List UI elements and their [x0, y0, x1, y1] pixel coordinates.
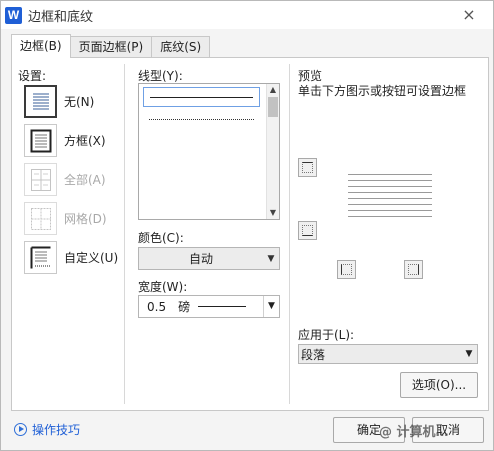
grid-border-icon	[24, 202, 57, 235]
setting-grid: 网格(D)	[24, 202, 107, 235]
width-select[interactable]: 0.5 磅 ▼	[138, 295, 280, 318]
line-option-dashed-small[interactable]	[143, 133, 260, 153]
preview-area[interactable]	[348, 174, 432, 222]
tab-page-border[interactable]: 页面边框(P)	[69, 36, 153, 58]
chevron-down-icon: ▼	[267, 253, 275, 264]
bottom-border-button[interactable]	[298, 221, 317, 240]
line-option-solid[interactable]	[143, 87, 260, 107]
wps-writer-icon: W	[5, 6, 22, 24]
chevron-down-icon: ▼	[465, 349, 473, 359]
scroll-thumb[interactable]	[268, 97, 278, 117]
line-option-dash-dot[interactable]	[143, 202, 260, 219]
setting-none-label: 无(N)	[64, 95, 95, 109]
apply-to-label: 应用于(L):	[298, 328, 355, 342]
line-dotted-sample	[149, 119, 254, 120]
color-label: 颜色(C):	[138, 231, 184, 245]
color-select[interactable]: 自动 ▼	[138, 247, 280, 270]
setting-all-label: 全部(A)	[64, 173, 106, 187]
scroll-down-icon[interactable]: ▼	[267, 207, 279, 219]
borders-tab-panel: 设置: 无(N) 方框(X) 全部(A) 网格(D) 自定义(U) 线型(Y):…	[11, 57, 489, 411]
top-border-icon	[302, 162, 313, 173]
close-icon[interactable]: ×	[459, 5, 479, 25]
play-circle-icon	[14, 423, 27, 436]
setting-none[interactable]: 无(N)	[24, 85, 94, 118]
left-border-icon	[341, 264, 352, 275]
setting-custom[interactable]: 自定义(U)	[24, 241, 118, 274]
line-option-dotted[interactable]	[143, 110, 260, 130]
setting-box-label: 方框(X)	[64, 134, 106, 148]
line-style-list[interactable]: ▲ ▼	[138, 83, 280, 220]
width-value-display: 0.5 磅	[139, 298, 263, 315]
preview-text-line	[348, 192, 432, 193]
line-option-dashed-medium[interactable]	[143, 156, 260, 176]
line-option-dashed-long[interactable]	[143, 179, 260, 199]
box-border-icon[interactable]	[24, 124, 57, 157]
line-style-scrollbar[interactable]: ▲ ▼	[266, 84, 279, 219]
line-solid-sample	[150, 97, 253, 98]
custom-border-icon[interactable]	[24, 241, 57, 274]
scroll-up-icon[interactable]: ▲	[267, 84, 279, 96]
title-bar: W 边框和底纹 ×	[1, 1, 493, 29]
divider-left	[124, 64, 125, 404]
all-border-icon	[24, 163, 57, 196]
preview-text-line	[348, 198, 432, 199]
preview-text-line	[348, 180, 432, 181]
setting-all: 全部(A)	[24, 163, 106, 196]
preview-text-line	[348, 210, 432, 211]
right-border-button[interactable]	[404, 260, 423, 279]
apply-to-select[interactable]: 段落 ▼	[298, 344, 478, 364]
preview-text-line	[348, 216, 432, 217]
settings-label: 设置:	[18, 69, 47, 83]
bottom-border-icon	[302, 225, 313, 236]
setting-custom-label: 自定义(U)	[64, 251, 119, 265]
line-style-label: 线型(Y):	[138, 69, 183, 83]
preview-text-line	[348, 204, 432, 205]
setting-box[interactable]: 方框(X)	[24, 124, 106, 157]
watermark: @ 计算机…	[379, 425, 449, 440]
preview-hint: 单击下方图示或按钮可设置边框	[298, 84, 467, 98]
preview-text-line	[348, 174, 432, 175]
dialog-title: 边框和底纹	[28, 9, 94, 25]
options-button[interactable]: 选项(O)...	[400, 372, 478, 398]
right-border-icon	[408, 264, 419, 275]
width-unit: 磅	[178, 300, 191, 314]
divider-right	[289, 64, 290, 404]
tab-strip: 边框(B) 页面边框(P) 底纹(S)	[11, 34, 211, 58]
chevron-down-icon: ▼	[263, 296, 279, 317]
preview-text-line	[348, 186, 432, 187]
none-border-icon[interactable]	[24, 85, 57, 118]
borders-and-shading-dialog: W 边框和底纹 × 边框(B) 页面边框(P) 底纹(S) 设置: 无(N) 方…	[0, 0, 494, 451]
tips-link[interactable]: 操作技巧	[14, 421, 80, 438]
color-value: 自动	[188, 252, 213, 266]
width-value: 0.5	[147, 299, 167, 314]
width-line-sample	[198, 306, 247, 307]
setting-grid-label: 网格(D)	[64, 212, 107, 226]
top-border-button[interactable]	[298, 158, 317, 177]
apply-to-value: 段落	[301, 347, 326, 362]
tab-shading[interactable]: 底纹(S)	[151, 36, 211, 58]
tips-label: 操作技巧	[32, 423, 81, 437]
tab-borders[interactable]: 边框(B)	[11, 34, 71, 58]
width-label: 宽度(W):	[138, 280, 188, 294]
left-border-button[interactable]	[337, 260, 356, 279]
